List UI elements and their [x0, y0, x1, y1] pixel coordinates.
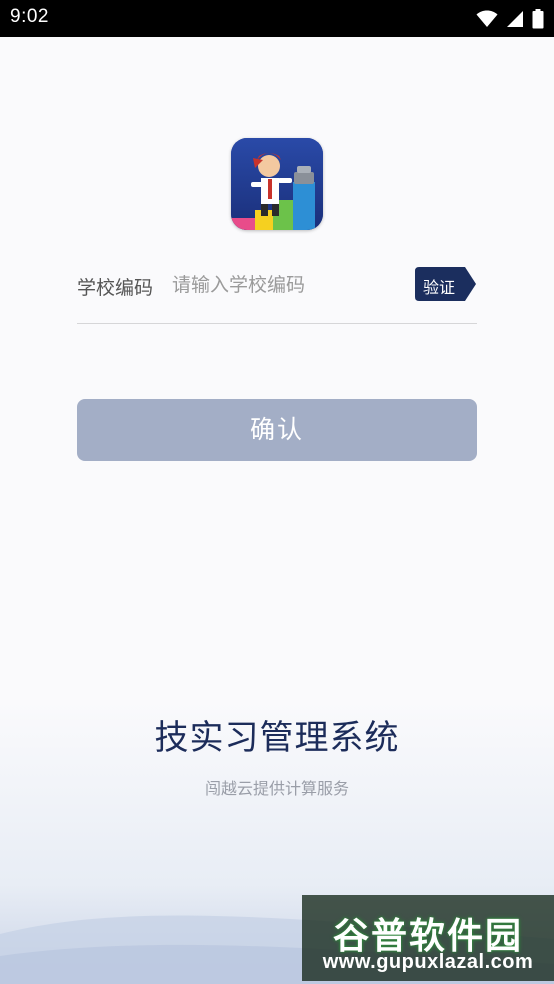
battery-icon — [532, 9, 544, 29]
watermark: 谷普软件园 www.gupuxlazal.com — [302, 895, 554, 981]
provider-text: 闯越云提供计算服务 — [204, 779, 349, 798]
status-icons — [476, 7, 544, 31]
app-logo — [231, 138, 323, 230]
app-title: 技实习管理系统 — [154, 718, 400, 758]
school-code-input[interactable] — [172, 268, 404, 302]
verify-label: 验证 — [423, 278, 456, 297]
input-divider — [77, 323, 477, 324]
confirm-button[interactable]: 确认 — [77, 399, 477, 461]
watermark-url: www.gupuxlazal.com — [322, 951, 534, 973]
school-code-label: 学校编码 — [77, 277, 154, 299]
signal-icon — [506, 10, 524, 28]
wifi-icon — [476, 10, 498, 28]
status-bar: 9:02 — [0, 0, 554, 37]
school-code-row: 学校编码 验证 — [77, 262, 477, 308]
status-time: 9:02 — [10, 6, 49, 27]
verify-button[interactable]: 验证 — [415, 267, 477, 301]
